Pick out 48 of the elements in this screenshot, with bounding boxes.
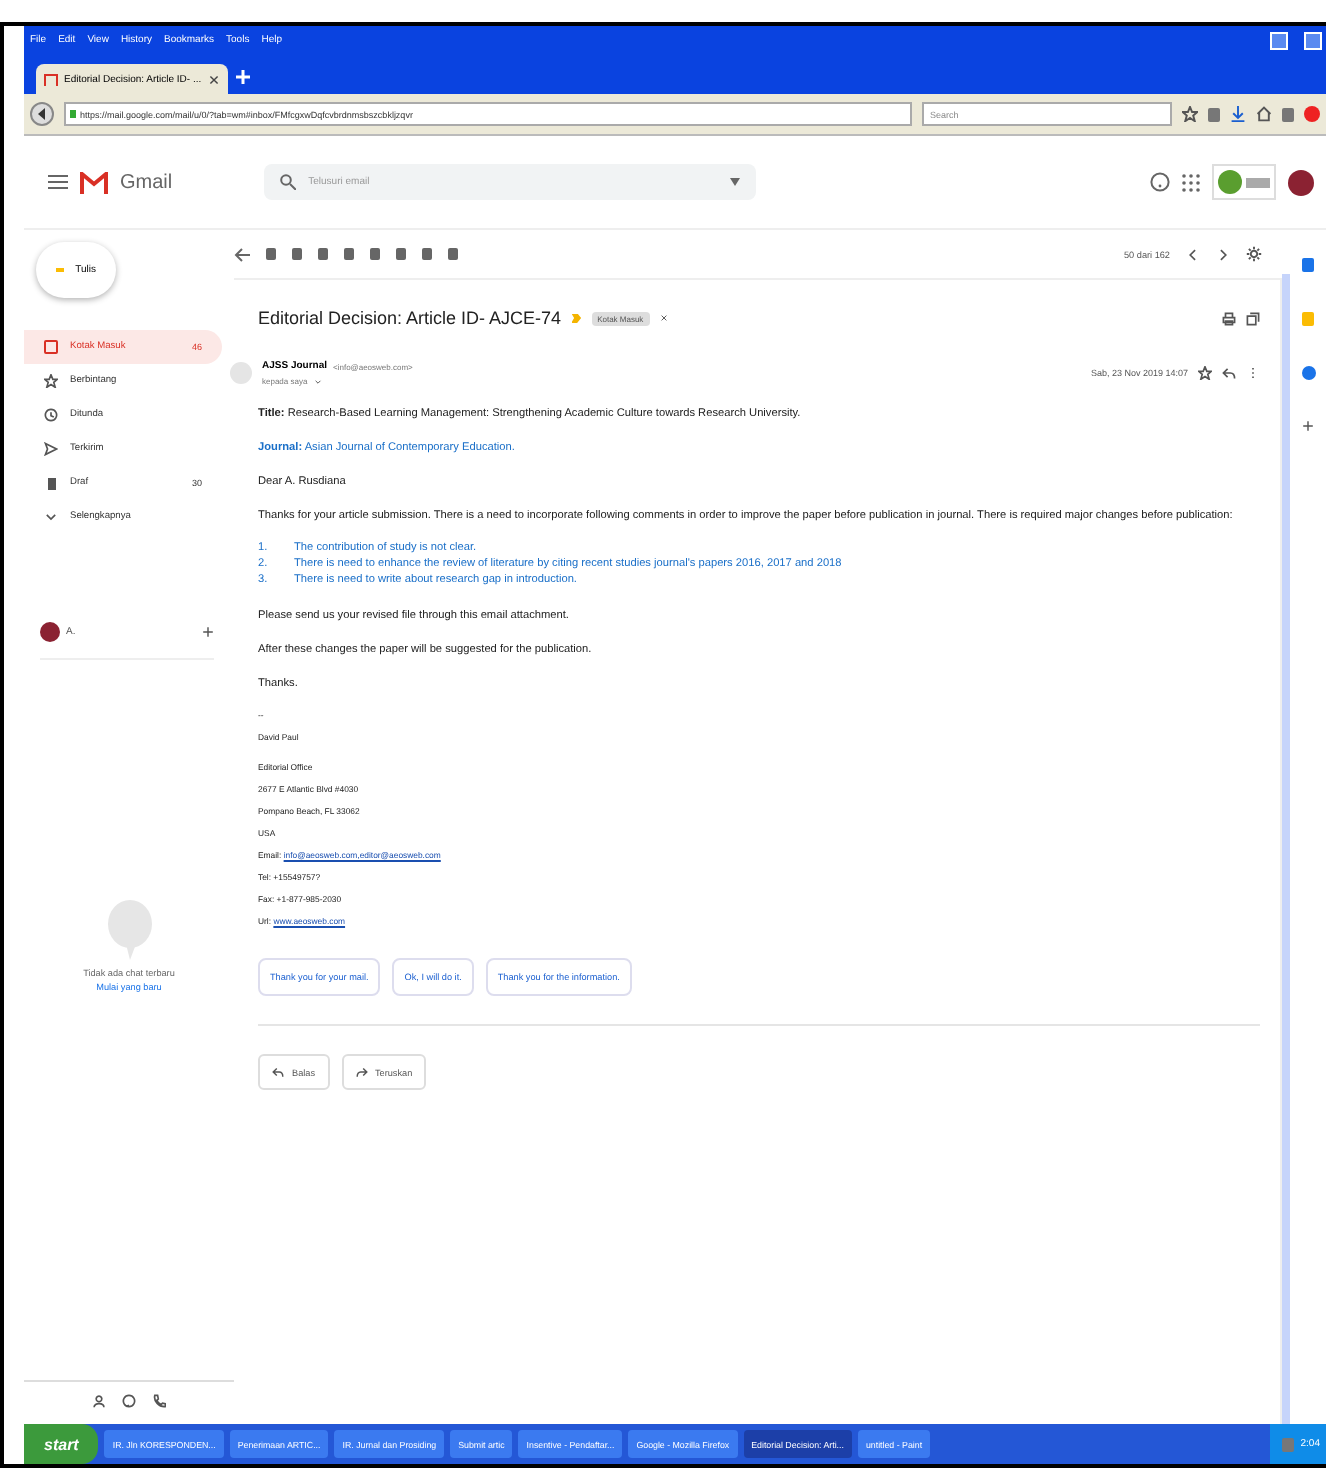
- chat-icon[interactable]: [122, 1394, 136, 1408]
- star-icon: [44, 374, 58, 388]
- file-icon: [47, 477, 55, 489]
- apps-icon[interactable]: [1182, 173, 1200, 191]
- close-icon[interactable]: [659, 314, 668, 322]
- close-icon[interactable]: [207, 73, 220, 85]
- mail-logo-icon: [44, 73, 58, 85]
- menu-icon[interactable]: [48, 174, 68, 190]
- minimize-icon[interactable]: [1270, 31, 1288, 49]
- more-icon[interactable]: [1246, 366, 1260, 380]
- start-button[interactable]: start: [24, 1424, 99, 1464]
- sender-avatar-icon: [230, 362, 252, 384]
- email-subject: Editorial Decision: Article ID- AJCE-74: [258, 308, 562, 328]
- star-icon[interactable]: [1182, 106, 1198, 122]
- help-icon[interactable]: [1150, 172, 1170, 192]
- back-icon[interactable]: [30, 102, 54, 126]
- avatar-icon: [40, 622, 60, 642]
- new-tab-icon[interactable]: [235, 70, 250, 84]
- reply-icon: [272, 1066, 284, 1079]
- scrollbar[interactable]: [1282, 274, 1290, 1424]
- chevron-down-icon: [44, 510, 58, 524]
- stop-icon[interactable]: [1304, 106, 1320, 122]
- product-name: Gmail: [120, 171, 173, 193]
- download-icon[interactable]: [1230, 106, 1246, 122]
- settings-icon[interactable]: [1246, 246, 1262, 262]
- caret-icon[interactable]: [313, 377, 322, 385]
- home-icon[interactable]: [1256, 106, 1272, 122]
- inbox-icon: [44, 340, 58, 354]
- back-arrow-icon[interactable]: [234, 247, 250, 261]
- organization-logo: [1212, 164, 1276, 200]
- phone-icon[interactable]: [152, 1394, 166, 1408]
- forward-icon: [355, 1066, 367, 1079]
- send-icon: [44, 442, 58, 456]
- star-icon[interactable]: [1198, 366, 1212, 380]
- print-icon[interactable]: [1222, 311, 1236, 325]
- caret-icon[interactable]: [730, 178, 741, 186]
- chevron-left-icon[interactable]: [1186, 247, 1200, 261]
- reply-icon[interactable]: [1222, 366, 1236, 380]
- chat-bubble-icon: [105, 900, 153, 960]
- search-icon: [280, 174, 297, 190]
- person-icon[interactable]: [92, 1394, 106, 1408]
- restore-icon[interactable]: [1304, 31, 1322, 49]
- gmail-logo-icon: [80, 171, 108, 193]
- lock-icon: [70, 110, 76, 118]
- avatar-icon[interactable]: [1288, 169, 1314, 195]
- tasks-icon[interactable]: [1301, 366, 1315, 380]
- new-window-icon[interactable]: [1246, 311, 1260, 325]
- chevron-right-icon[interactable]: [1216, 247, 1230, 261]
